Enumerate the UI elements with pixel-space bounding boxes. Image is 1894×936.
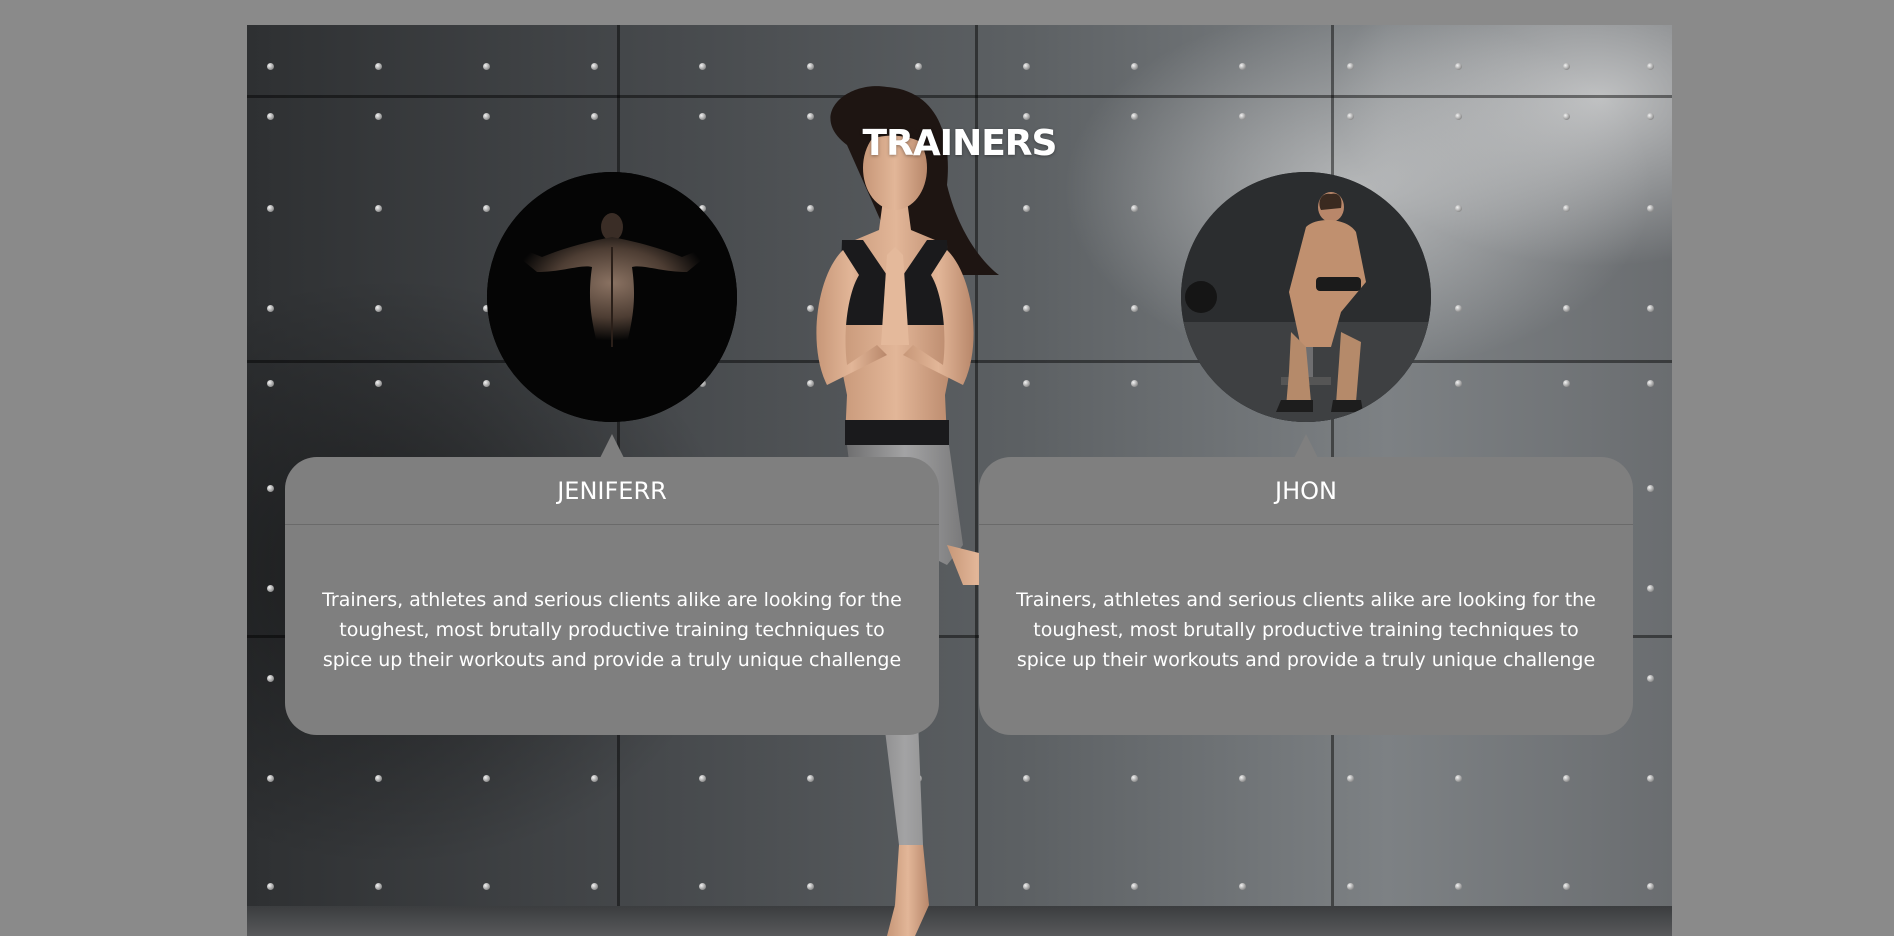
trainer-bio: Trainers, athletes and serious clients a… [322,589,902,671]
section-title: TRAINERS [862,122,1058,164]
trainer-photo-jeniferr [487,172,737,422]
card-pointer [600,434,624,458]
trainer-card-jeniferr: JENIFERR Trainers, athletes and serious … [285,434,939,735]
trainer-card-jhon: JHON Trainers, athletes and serious clie… [979,434,1633,735]
trainer-bio: Trainers, athletes and serious clients a… [1016,589,1596,671]
trainer-name: JENIFERR [285,457,939,525]
card-pointer [1294,434,1318,458]
trainers-section: TRAINERS JENIFERR Trainers, athletes and… [247,25,1672,936]
trainer-photo-jhon [1181,172,1431,422]
trainer-name: JHON [979,457,1633,525]
